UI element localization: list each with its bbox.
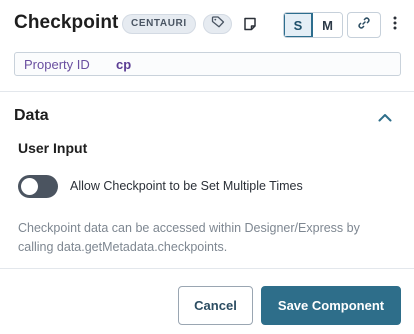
tags-button[interactable] <box>203 14 232 34</box>
help-text: Checkpoint data can be accessed within D… <box>18 221 360 254</box>
header-divider <box>0 91 414 92</box>
chevron-up-icon[interactable] <box>376 108 394 126</box>
note-icon[interactable] <box>241 15 258 32</box>
size-small-button[interactable]: S <box>284 13 313 37</box>
property-id-value[interactable]: cp <box>116 57 131 72</box>
save-component-button[interactable]: Save Component <box>261 286 401 325</box>
more-options-button[interactable] <box>388 14 402 36</box>
component-title: Checkpoint <box>14 12 119 33</box>
more-vertical-icon <box>393 16 397 35</box>
user-input-label: User Input <box>18 140 88 156</box>
multiple-times-toggle[interactable] <box>18 175 58 198</box>
tag-icon <box>211 15 225 33</box>
size-toggle-group: S M <box>283 12 343 38</box>
property-id-field[interactable]: Property ID cp <box>14 52 401 76</box>
footer-divider <box>0 268 414 269</box>
property-id-label: Property ID <box>24 56 90 72</box>
link-icon <box>357 16 371 35</box>
cancel-button[interactable]: Cancel <box>178 286 253 325</box>
component-header: Checkpoint CENTAURI S M <box>0 0 414 92</box>
link-button[interactable] <box>347 12 381 38</box>
toggle-label: Allow Checkpoint to be Set Multiple Time… <box>70 179 303 193</box>
platform-badge: CENTAURI <box>122 14 196 34</box>
size-medium-button[interactable]: M <box>313 13 342 37</box>
section-title[interactable]: Data <box>14 107 49 125</box>
toggle-knob <box>21 178 38 195</box>
